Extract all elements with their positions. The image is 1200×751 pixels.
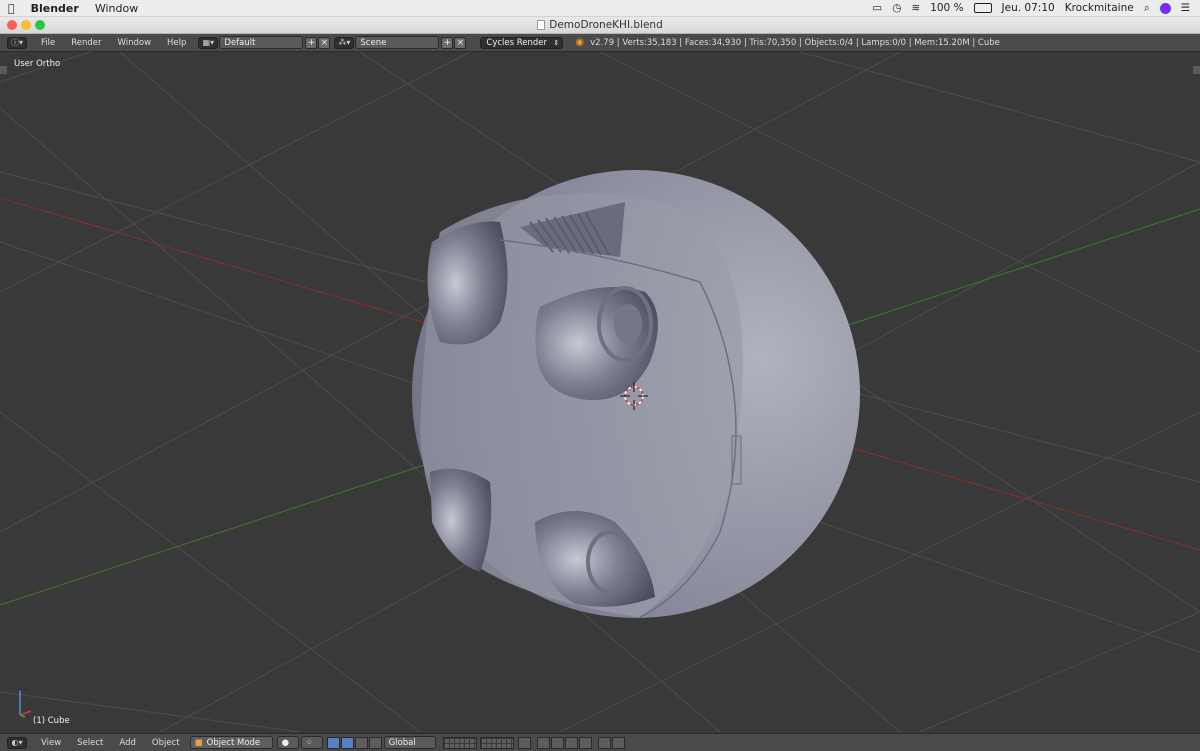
view3d-header: ◐▾ View Select Add Object ■ Object Mode … bbox=[0, 733, 1200, 751]
render-engine-select[interactable]: Cycles Render ⇕ bbox=[480, 36, 564, 49]
menu-view[interactable]: View bbox=[33, 738, 69, 748]
pivot-icon: ⁘ bbox=[305, 737, 313, 748]
menu-window[interactable]: Window bbox=[110, 38, 160, 48]
cube-icon: ■ bbox=[194, 737, 203, 748]
screen-layout-icon[interactable]: ▦▾ bbox=[198, 36, 219, 49]
shading-select[interactable]: ● bbox=[276, 736, 299, 749]
scale-manipulator[interactable] bbox=[368, 736, 382, 749]
menu-object[interactable]: Object bbox=[144, 738, 188, 748]
layer-lock-button[interactable] bbox=[517, 736, 531, 749]
scene-field[interactable]: Scene bbox=[355, 36, 440, 49]
menu-render[interactable]: Render bbox=[63, 38, 109, 48]
snap-target-button[interactable] bbox=[564, 736, 578, 749]
blender-logo-icon: ◉ bbox=[575, 37, 585, 48]
scene-stats: v2.79 | Verts:35,183 | Faces:34,930 | Tr… bbox=[590, 37, 1000, 48]
add-screen-button[interactable]: + bbox=[305, 36, 318, 49]
window-title: DemoDroneKHI.blend bbox=[549, 19, 663, 31]
view-name-label: User Ortho bbox=[14, 59, 61, 69]
info-header: ⓘ▾ File Render Window Help ▦▾ Default + … bbox=[0, 34, 1200, 52]
mode-select[interactable]: ■ Object Mode bbox=[189, 736, 273, 749]
sidebar-toggle-left[interactable] bbox=[0, 66, 7, 74]
rotate-manipulator[interactable] bbox=[354, 736, 368, 749]
airplay-icon[interactable]: ▭ bbox=[872, 2, 882, 14]
snap-element-button[interactable] bbox=[536, 736, 550, 749]
remove-screen-button[interactable]: × bbox=[318, 36, 331, 49]
layer-buttons-2[interactable] bbox=[479, 736, 514, 749]
drone-mesh[interactable] bbox=[412, 170, 860, 618]
editor-type-button[interactable]: ⓘ▾ bbox=[7, 36, 27, 49]
sidebar-toggle-right[interactable] bbox=[1193, 66, 1200, 74]
menu-file[interactable]: File bbox=[33, 38, 63, 48]
window-titlebar: DemoDroneKHI.blend bbox=[0, 17, 1200, 34]
menu-select[interactable]: Select bbox=[69, 738, 111, 748]
spotlight-icon[interactable]: ⌕ bbox=[1144, 2, 1150, 15]
transform-orientation-select[interactable]: Global bbox=[383, 736, 436, 749]
add-scene-button[interactable]: + bbox=[441, 36, 454, 49]
notification-center-icon[interactable]: ☰ bbox=[1181, 2, 1190, 14]
apple-icon[interactable]:  bbox=[0, 2, 23, 15]
translate-manipulator[interactable] bbox=[340, 736, 354, 749]
render-preview-button[interactable] bbox=[597, 736, 611, 749]
screen-layout-field[interactable]: Default bbox=[219, 36, 304, 49]
siri-icon[interactable] bbox=[1159, 2, 1171, 14]
menu-add[interactable]: Add bbox=[111, 738, 143, 748]
proportional-edit-button[interactable] bbox=[578, 736, 592, 749]
editor-type-button-3d[interactable]: ◐▾ bbox=[7, 736, 27, 749]
document-icon bbox=[537, 20, 546, 30]
solid-shading-icon: ● bbox=[281, 737, 289, 748]
menu-help[interactable]: Help bbox=[159, 38, 194, 48]
app-menu-blender[interactable]: Blender bbox=[23, 2, 87, 15]
app-menu-window[interactable]: Window bbox=[87, 2, 146, 15]
opengl-render-button[interactable] bbox=[611, 736, 625, 749]
snap-toggle-button[interactable] bbox=[550, 736, 564, 749]
layer-buttons-1[interactable] bbox=[442, 736, 477, 749]
pivot-select[interactable]: ⁘ bbox=[300, 736, 323, 749]
active-object-label: (1) Cube bbox=[33, 716, 70, 726]
clock[interactable]: Jeu. 07:10 bbox=[1002, 2, 1055, 14]
viewport-canvas[interactable] bbox=[0, 52, 1200, 732]
3d-viewport[interactable]: User Ortho (1) Cube bbox=[0, 52, 1200, 732]
macos-menubar:  Blender Window ▭ ◷ ≋ 100 % Jeu. 07:10 … bbox=[0, 0, 1200, 17]
wifi-icon[interactable]: ≋ bbox=[911, 2, 920, 14]
remove-scene-button[interactable]: × bbox=[454, 36, 467, 49]
user-name[interactable]: Krockmitaine bbox=[1065, 2, 1134, 14]
scene-icon[interactable]: ⁂▾ bbox=[334, 36, 355, 49]
time-machine-icon[interactable]: ◷ bbox=[892, 2, 901, 14]
battery-percent[interactable]: 100 % bbox=[930, 2, 963, 14]
status-area: ▭ ◷ ≋ 100 % Jeu. 07:10 Krockmitaine ⌕ ☰ bbox=[872, 0, 1190, 16]
manipulator-toggle[interactable] bbox=[326, 736, 340, 749]
battery-icon[interactable] bbox=[973, 3, 992, 13]
